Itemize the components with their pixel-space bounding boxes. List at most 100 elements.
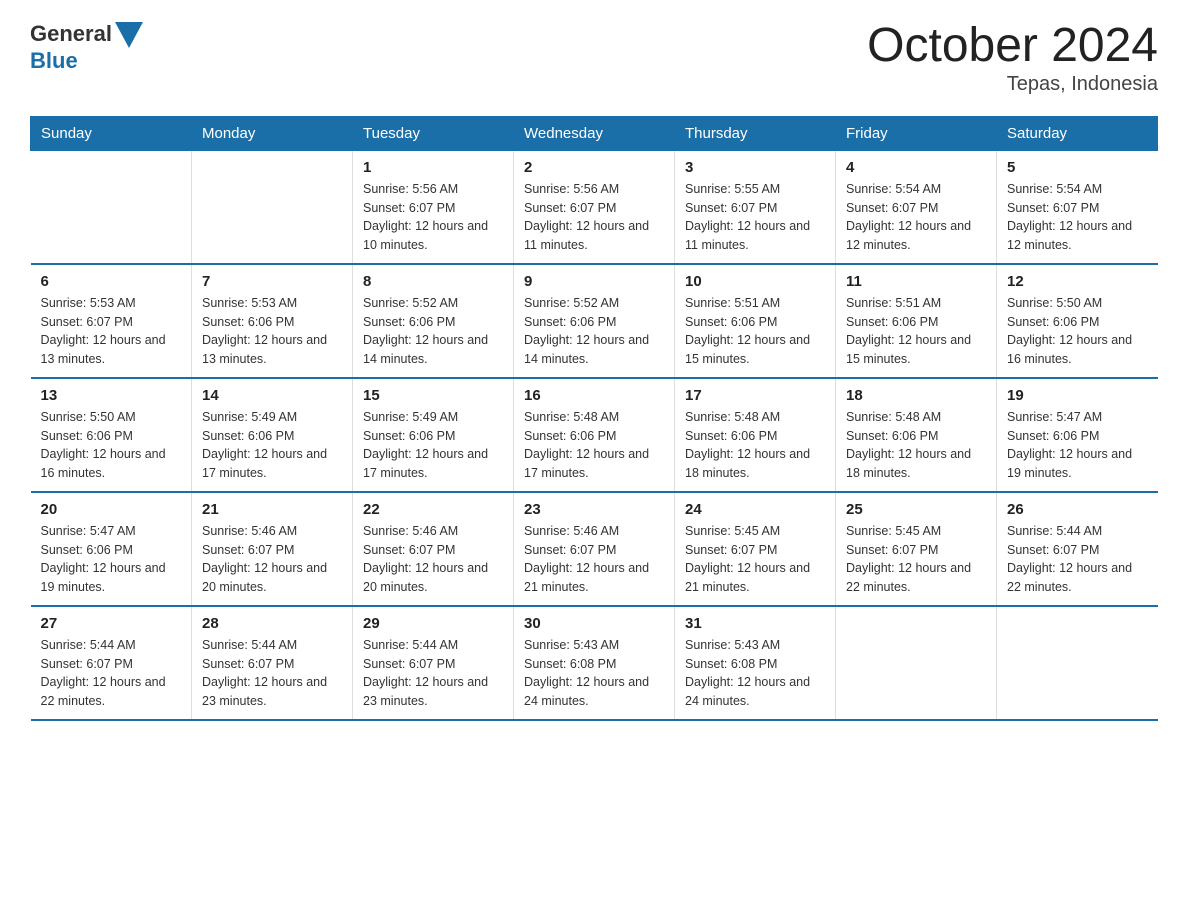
title-section: October 2024 Tepas, Indonesia — [867, 20, 1158, 96]
day-number: 17 — [685, 387, 825, 404]
day-info: Sunrise: 5:44 AMSunset: 6:07 PMDaylight:… — [202, 636, 342, 711]
calendar-cell: 27 Sunrise: 5:44 AMSunset: 6:07 PMDayligh… — [31, 606, 192, 720]
day-info: Sunrise: 5:49 AMSunset: 6:06 PMDaylight:… — [363, 408, 503, 483]
day-number: 9 — [524, 273, 664, 290]
calendar-cell: 9 Sunrise: 5:52 AMSunset: 6:06 PMDaylight… — [514, 264, 675, 378]
calendar-cell: 30 Sunrise: 5:43 AMSunset: 6:08 PMDayligh… — [514, 606, 675, 720]
day-info: Sunrise: 5:48 AMSunset: 6:06 PMDaylight:… — [524, 408, 664, 483]
calendar-cell: 26 Sunrise: 5:44 AMSunset: 6:07 PMDayligh… — [997, 492, 1158, 606]
calendar-cell: 1 Sunrise: 5:56 AMSunset: 6:07 PMDaylight… — [353, 150, 514, 264]
calendar-cell: 28 Sunrise: 5:44 AMSunset: 6:07 PMDayligh… — [192, 606, 353, 720]
calendar-cell: 5 Sunrise: 5:54 AMSunset: 6:07 PMDaylight… — [997, 150, 1158, 264]
day-number: 27 — [41, 615, 182, 632]
day-info: Sunrise: 5:46 AMSunset: 6:07 PMDaylight:… — [202, 522, 342, 597]
calendar-cell: 18Sunrise: 5:48 AMSunset: 6:06 PMDayligh… — [836, 378, 997, 492]
calendar-cell: 2 Sunrise: 5:56 AMSunset: 6:07 PMDaylight… — [514, 150, 675, 264]
logo-icon — [115, 22, 143, 48]
calendar-cell — [836, 606, 997, 720]
day-number: 11 — [846, 273, 986, 290]
day-info: Sunrise: 5:45 AMSunset: 6:07 PMDaylight:… — [685, 522, 825, 597]
calendar-cell — [31, 150, 192, 264]
day-number: 5 — [1007, 159, 1148, 176]
day-number: 3 — [685, 159, 825, 176]
day-number: 26 — [1007, 501, 1148, 518]
day-info: Sunrise: 5:47 AMSunset: 6:06 PMDaylight:… — [41, 522, 182, 597]
day-number: 29 — [363, 615, 503, 632]
calendar-cell: 13 Sunrise: 5:50 AMSunset: 6:06 PMDayligh… — [31, 378, 192, 492]
calendar-cell: 20Sunrise: 5:47 AMSunset: 6:06 PMDayligh… — [31, 492, 192, 606]
header-monday: Monday — [192, 116, 353, 150]
calendar-cell: 17Sunrise: 5:48 AMSunset: 6:06 PMDayligh… — [675, 378, 836, 492]
logo-blue-text: Blue — [30, 48, 78, 73]
day-number: 14 — [202, 387, 342, 404]
day-info: Sunrise: 5:55 AMSunset: 6:07 PMDaylight:… — [685, 180, 825, 255]
day-number: 2 — [524, 159, 664, 176]
calendar-cell: 24 Sunrise: 5:45 AMSunset: 6:07 PMDayligh… — [675, 492, 836, 606]
header-saturday: Saturday — [997, 116, 1158, 150]
calendar-cell: 8Sunrise: 5:52 AMSunset: 6:06 PMDaylight… — [353, 264, 514, 378]
calendar-cell: 11 Sunrise: 5:51 AMSunset: 6:06 PMDayligh… — [836, 264, 997, 378]
calendar-cell: 12Sunrise: 5:50 AMSunset: 6:06 PMDayligh… — [997, 264, 1158, 378]
calendar-cell: 14 Sunrise: 5:49 AMSunset: 6:06 PMDayligh… — [192, 378, 353, 492]
day-number: 28 — [202, 615, 342, 632]
day-info: Sunrise: 5:45 AMSunset: 6:07 PMDaylight:… — [846, 522, 986, 597]
day-info: Sunrise: 5:53 AMSunset: 6:07 PMDaylight:… — [41, 294, 182, 369]
day-number: 22 — [363, 501, 503, 518]
day-info: Sunrise: 5:50 AMSunset: 6:06 PMDaylight:… — [41, 408, 182, 483]
day-info: Sunrise: 5:43 AMSunset: 6:08 PMDaylight:… — [685, 636, 825, 711]
calendar-cell: 23Sunrise: 5:46 AMSunset: 6:07 PMDayligh… — [514, 492, 675, 606]
day-info: Sunrise: 5:56 AMSunset: 6:07 PMDaylight:… — [363, 180, 503, 255]
day-number: 16 — [524, 387, 664, 404]
calendar-cell: 22 Sunrise: 5:46 AMSunset: 6:07 PMDayligh… — [353, 492, 514, 606]
day-number: 10 — [685, 273, 825, 290]
day-number: 18 — [846, 387, 986, 404]
calendar-cell: 25 Sunrise: 5:45 AMSunset: 6:07 PMDayligh… — [836, 492, 997, 606]
day-number: 13 — [41, 387, 182, 404]
week-row-2: 6 Sunrise: 5:53 AMSunset: 6:07 PMDaylight… — [31, 264, 1158, 378]
header-wednesday: Wednesday — [514, 116, 675, 150]
calendar-cell: 15 Sunrise: 5:49 AMSunset: 6:06 PMDayligh… — [353, 378, 514, 492]
calendar-cell — [997, 606, 1158, 720]
day-info: Sunrise: 5:46 AMSunset: 6:07 PMDaylight:… — [363, 522, 503, 597]
day-info: Sunrise: 5:49 AMSunset: 6:06 PMDaylight:… — [202, 408, 342, 483]
day-number: 21 — [202, 501, 342, 518]
calendar-cell — [192, 150, 353, 264]
calendar-cell: 10 Sunrise: 5:51 AMSunset: 6:06 PMDayligh… — [675, 264, 836, 378]
calendar-title: October 2024 — [867, 20, 1158, 73]
calendar-header-row: SundayMondayTuesdayWednesdayThursdayFrid… — [31, 116, 1158, 150]
week-row-3: 13 Sunrise: 5:50 AMSunset: 6:06 PMDayligh… — [31, 378, 1158, 492]
day-info: Sunrise: 5:53 AMSunset: 6:06 PMDaylight:… — [202, 294, 342, 369]
day-info: Sunrise: 5:46 AMSunset: 6:07 PMDaylight:… — [524, 522, 664, 597]
logo: General Blue — [30, 20, 143, 74]
day-info: Sunrise: 5:56 AMSunset: 6:07 PMDaylight:… — [524, 180, 664, 255]
day-info: Sunrise: 5:52 AMSunset: 6:06 PMDaylight:… — [363, 294, 503, 369]
day-number: 24 — [685, 501, 825, 518]
day-info: Sunrise: 5:52 AMSunset: 6:06 PMDaylight:… — [524, 294, 664, 369]
day-info: Sunrise: 5:44 AMSunset: 6:07 PMDaylight:… — [1007, 522, 1148, 597]
day-info: Sunrise: 5:54 AMSunset: 6:07 PMDaylight:… — [1007, 180, 1148, 255]
week-row-4: 20Sunrise: 5:47 AMSunset: 6:06 PMDayligh… — [31, 492, 1158, 606]
day-number: 19 — [1007, 387, 1148, 404]
day-number: 1 — [363, 159, 503, 176]
header-thursday: Thursday — [675, 116, 836, 150]
day-info: Sunrise: 5:44 AMSunset: 6:07 PMDaylight:… — [41, 636, 182, 711]
calendar-cell: 19Sunrise: 5:47 AMSunset: 6:06 PMDayligh… — [997, 378, 1158, 492]
calendar-cell: 29Sunrise: 5:44 AMSunset: 6:07 PMDayligh… — [353, 606, 514, 720]
day-info: Sunrise: 5:43 AMSunset: 6:08 PMDaylight:… — [524, 636, 664, 711]
day-number: 25 — [846, 501, 986, 518]
day-number: 12 — [1007, 273, 1148, 290]
day-number: 30 — [524, 615, 664, 632]
calendar-cell: 7 Sunrise: 5:53 AMSunset: 6:06 PMDaylight… — [192, 264, 353, 378]
calendar-table: SundayMondayTuesdayWednesdayThursdayFrid… — [30, 116, 1158, 721]
day-number: 15 — [363, 387, 503, 404]
day-info: Sunrise: 5:51 AMSunset: 6:06 PMDaylight:… — [685, 294, 825, 369]
logo-general-text: General — [30, 21, 112, 47]
day-info: Sunrise: 5:51 AMSunset: 6:06 PMDaylight:… — [846, 294, 986, 369]
day-number: 31 — [685, 615, 825, 632]
calendar-cell: 4Sunrise: 5:54 AMSunset: 6:07 PMDaylight… — [836, 150, 997, 264]
week-row-1: 1 Sunrise: 5:56 AMSunset: 6:07 PMDaylight… — [31, 150, 1158, 264]
calendar-cell: 31 Sunrise: 5:43 AMSunset: 6:08 PMDayligh… — [675, 606, 836, 720]
header-tuesday: Tuesday — [353, 116, 514, 150]
day-number: 6 — [41, 273, 182, 290]
day-number: 7 — [202, 273, 342, 290]
